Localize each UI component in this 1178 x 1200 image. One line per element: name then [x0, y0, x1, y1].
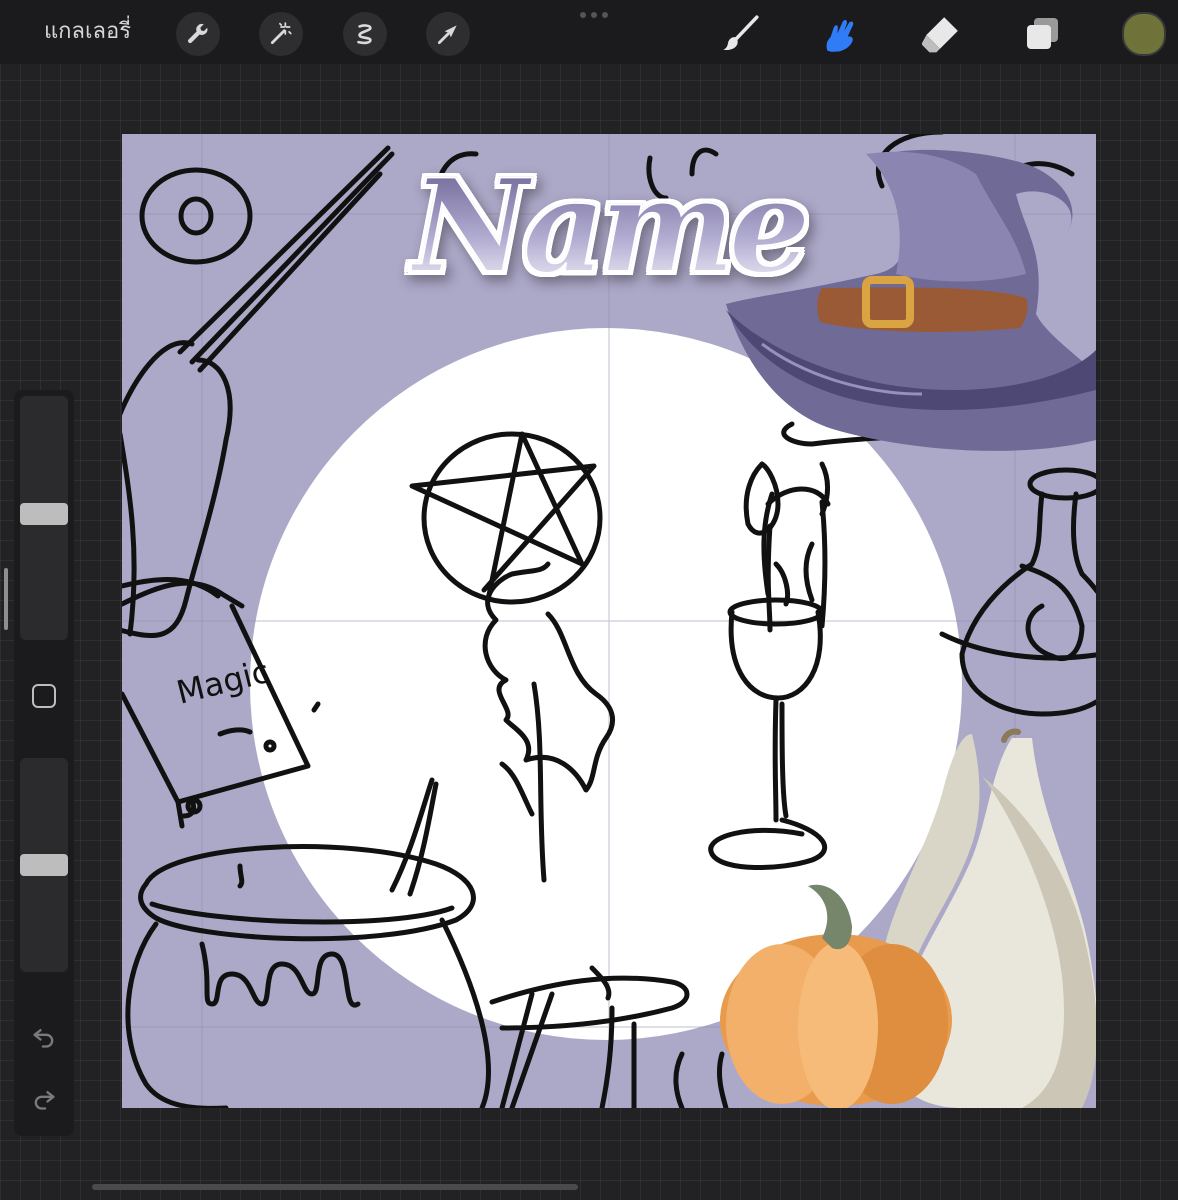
transform-button[interactable]	[426, 12, 470, 56]
brush-size-slider[interactable]	[20, 396, 68, 640]
transform-arrow-icon	[437, 25, 457, 45]
left-sidebar	[14, 390, 74, 1136]
name-sticker-text: Name	[411, 152, 812, 302]
redo-button[interactable]	[30, 1084, 58, 1112]
selection-button[interactable]	[343, 12, 387, 56]
gallery-button[interactable]: แกลเลอรี่	[44, 16, 131, 48]
opacity-slider[interactable]	[20, 758, 68, 972]
ring-sketch	[139, 167, 253, 265]
layers-button[interactable]	[1018, 10, 1066, 58]
magic-wand-icon	[270, 22, 292, 45]
modify-button[interactable]	[32, 684, 56, 708]
name-sticker: Name	[408, 142, 812, 312]
smudge-button[interactable]	[816, 10, 864, 58]
redo-icon	[34, 1091, 55, 1110]
top-toolbar: แกลเลอรี่	[0, 0, 1178, 64]
brush-icon	[723, 15, 759, 51]
undo-icon	[33, 1029, 54, 1048]
opacity-thumb[interactable]	[20, 854, 68, 876]
potion-flask-sketch	[939, 467, 1096, 717]
eraser-button[interactable]	[916, 10, 964, 58]
layers-icon	[1027, 18, 1058, 49]
selection-icon	[357, 24, 372, 45]
smudge-icon	[826, 20, 854, 52]
undo-button[interactable]	[30, 1022, 58, 1050]
actions-button[interactable]	[176, 12, 220, 56]
eraser-icon	[921, 17, 958, 53]
brush-size-thumb[interactable]	[20, 503, 68, 525]
toolbar-grabber[interactable]	[580, 12, 608, 18]
sidebar-handle[interactable]	[4, 568, 8, 630]
wrench-icon	[188, 23, 208, 44]
brush-button[interactable]	[716, 10, 764, 58]
adjustments-button[interactable]	[259, 12, 303, 56]
horizontal-scrollbar[interactable]	[92, 1184, 578, 1190]
drawing-canvas[interactable]: Magic Name	[122, 134, 1096, 1108]
color-picker-button[interactable]	[1122, 12, 1166, 56]
